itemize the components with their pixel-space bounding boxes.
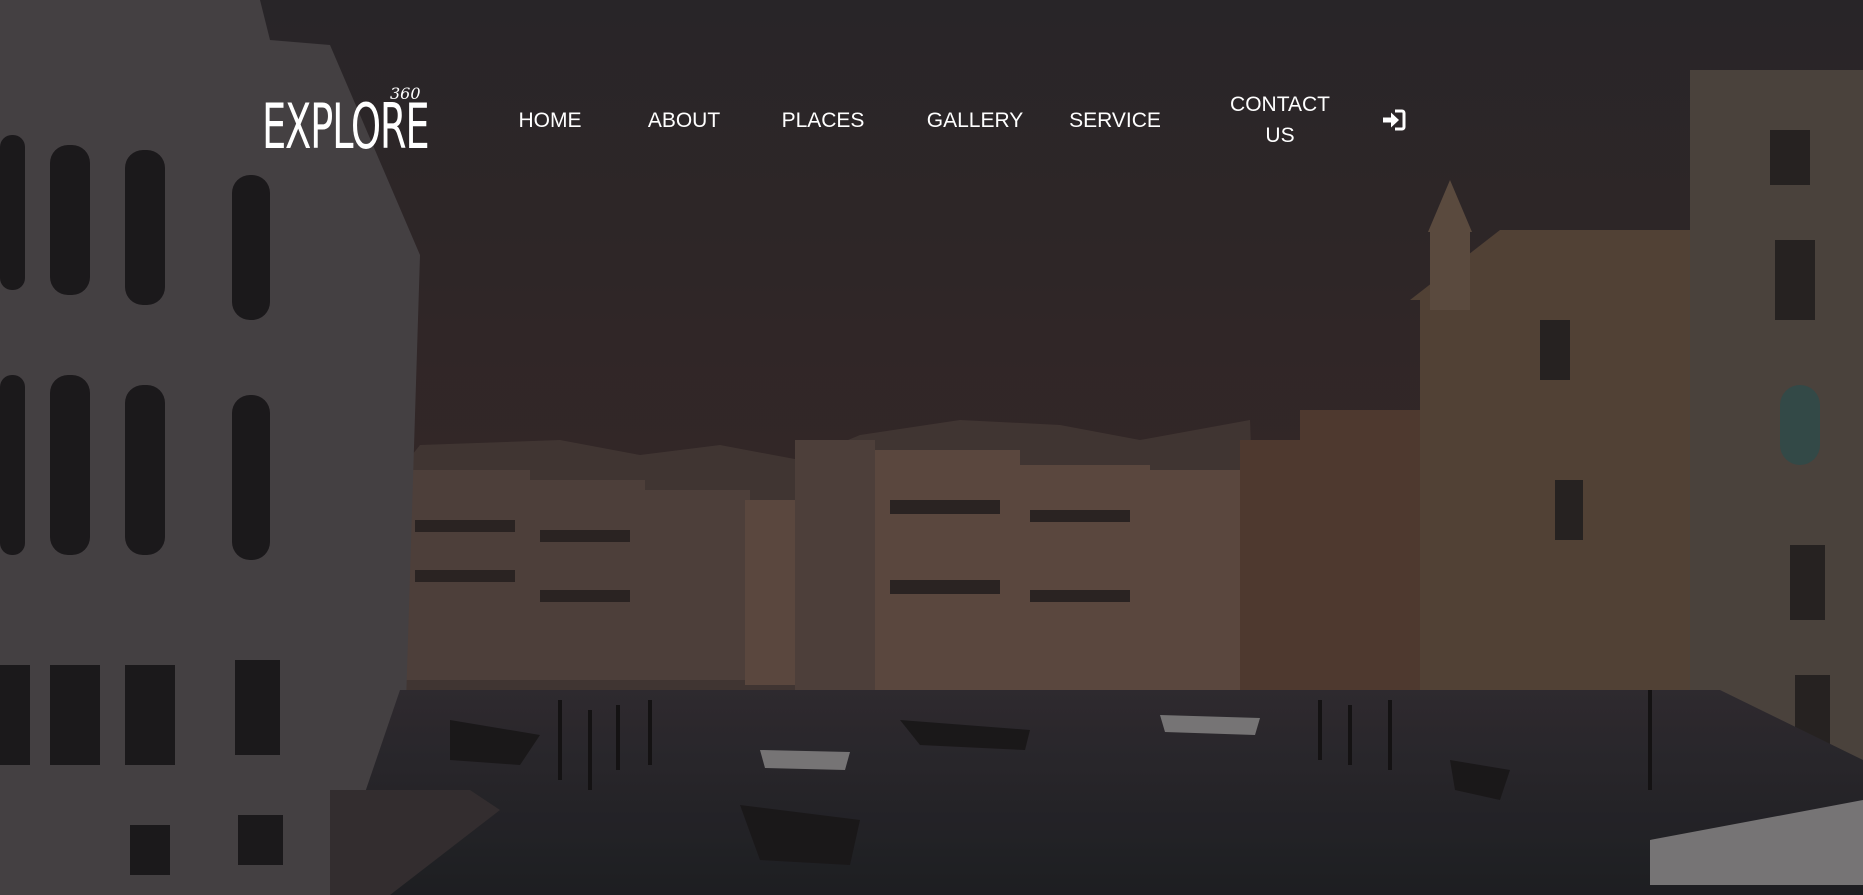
site-logo[interactable]: EXPLORE 360 [262,84,432,174]
sign-in-icon[interactable] [1380,106,1408,134]
logo-text: EXPLORE [262,90,430,163]
nav-contact-us[interactable]: CONTACT US [1220,89,1340,151]
nav-home[interactable]: HOME [490,105,610,136]
logo-superscript: 360 [390,84,421,103]
main-navigation: HOME ABOUT PLACES GALLERY SERVICE CONTAC… [490,88,1408,152]
nav-service[interactable]: SERVICE [1050,105,1180,136]
nav-gallery[interactable]: GALLERY [910,105,1040,136]
nav-places[interactable]: PLACES [758,105,888,136]
nav-about[interactable]: ABOUT [624,105,744,136]
